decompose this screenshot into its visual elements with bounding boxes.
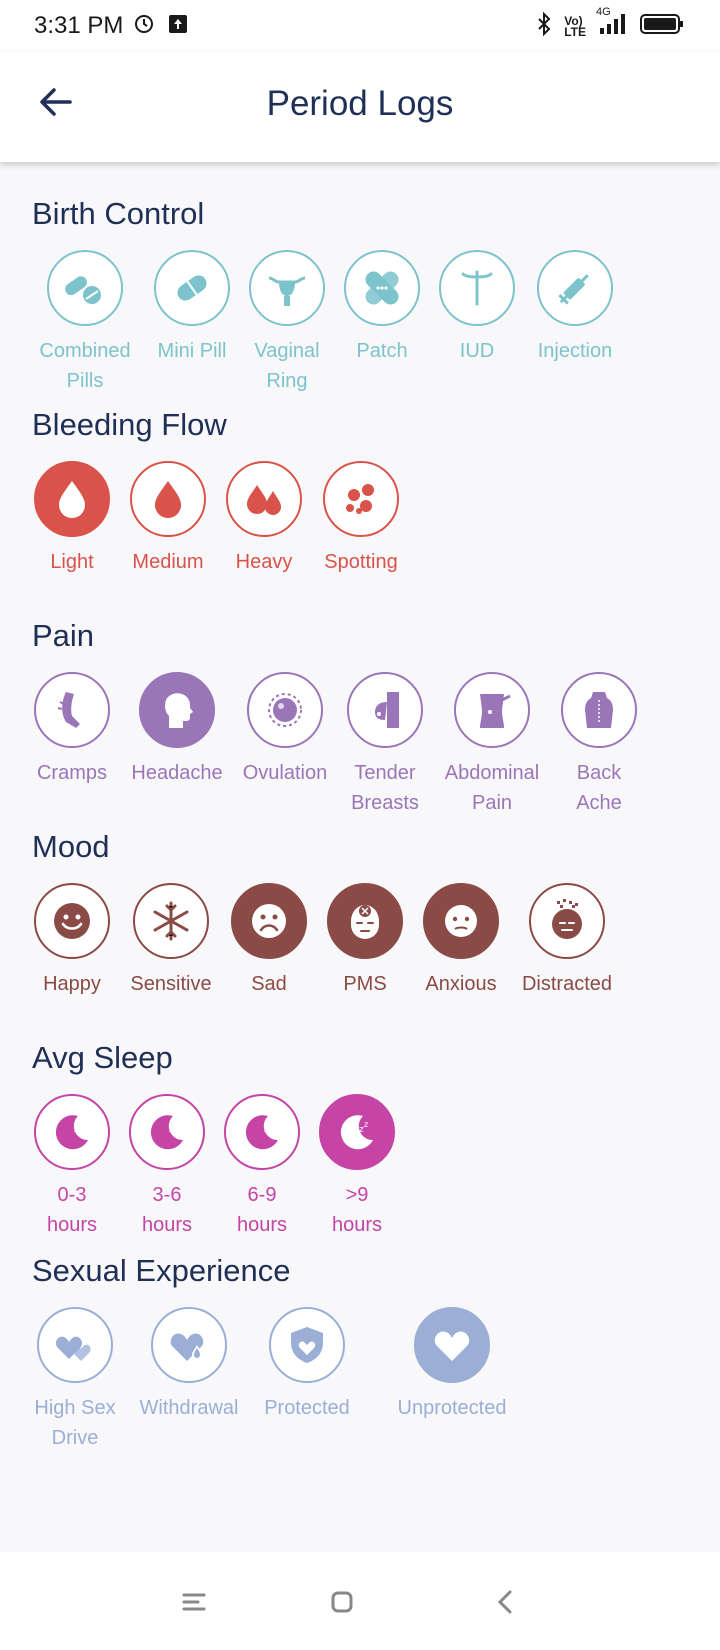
menu-icon [182,1593,206,1611]
signal-icon: 4G [596,6,628,41]
sexual-experience-option[interactable]: Withdrawal [124,1307,254,1423]
hearts-icon [37,1307,113,1383]
status-time: 3:31 PM [34,12,124,39]
breast-icon [347,672,423,748]
clock-icon [134,14,154,39]
moon-sleep-icon: zz [34,1094,110,1170]
drop-icon [34,461,110,537]
avg-sleep-option[interactable]: z z >9 hours [292,1094,422,1240]
mood-option-label: Distracted [521,973,613,995]
birth-control-option[interactable]: Injection [510,250,640,366]
pain-option[interactable]: Back Ache [534,672,664,818]
home-button[interactable] [322,1582,362,1622]
sexual-experience-option[interactable]: Protected [242,1307,372,1423]
battery-icon [640,12,684,41]
bandage-icon [344,250,420,326]
bleeding-flow-option-label: Spotting [324,551,398,573]
section-title-sexual-experience: Sexual Experience [32,1253,291,1288]
snowflake-icon [133,883,209,959]
birth-control-option-label: Injection [537,340,613,362]
sexual-experience-option[interactable]: High Sex Drive [10,1307,140,1453]
svg-text:z: z [174,1120,178,1129]
cramps-icon [34,672,110,748]
sexual-experience-option-label: High Sex Drive [34,1397,116,1449]
mood-option[interactable]: Distracted [502,883,632,999]
sexual-experience-option[interactable]: Unprotected [387,1307,517,1423]
heart-icon [414,1307,490,1383]
shield-heart-icon [269,1307,345,1383]
status-bar: 3:31 PM Vo) LTE 4G [0,0,720,52]
sexual-experience-option-label: Unprotected [397,1397,507,1419]
period-logs-content: Birth Control Combined Pills Mini Pill Vag… [0,162,720,1552]
app-bar: Period Logs [0,52,720,162]
moon-sleep-icon: zz [224,1094,300,1170]
abdomen-icon [454,672,530,748]
distracted-face-icon [529,883,605,959]
section-title-avg-sleep: Avg Sleep [32,1040,173,1075]
anxious-face-icon [423,883,499,959]
sexual-experience-option-label: Withdrawal [139,1397,239,1419]
sexual-experience-option-label: Protected [264,1397,350,1419]
ovum-icon [247,672,323,748]
pain-option-label: Back Ache [576,762,622,814]
section-title-birth-control: Birth Control [32,196,205,231]
system-nav-bar [0,1552,720,1650]
page-title: Period Logs [266,84,454,123]
uterus-icon [249,250,325,326]
network-type: Vo) LTE [564,13,586,39]
syringe-icon [537,250,613,326]
section-title-mood: Mood [32,829,110,864]
section-title-pain: Pain [32,618,95,653]
svg-text:z: z [79,1120,83,1129]
headache-icon [139,672,215,748]
back-icon [497,1590,512,1614]
avg-sleep-option-label: >9 hours [331,1184,383,1236]
section-title-bleeding-flow: Bleeding Flow [32,407,227,442]
svg-text:z: z [269,1120,273,1129]
bleeding-flow-option[interactable]: Spotting [296,461,426,577]
menu-button[interactable] [174,1582,214,1622]
nav-back-button[interactable] [486,1582,526,1622]
capsule-icon [154,250,230,326]
moon-sleep-icon: zz [129,1094,205,1170]
drops-icon [226,461,302,537]
heart-drop-icon [151,1307,227,1383]
bluetooth-icon [536,11,552,41]
back-icon [561,672,637,748]
drop-icon [130,461,206,537]
svg-text:z: z [364,1120,368,1129]
happy-face-icon [34,883,110,959]
spots-icon [323,461,399,537]
sad-face-icon [231,883,307,959]
upload-icon [168,14,188,39]
moon-sleep-icon: zz [319,1094,395,1170]
pms-face-icon [327,883,403,959]
pills-icon [47,250,123,326]
iud-icon [439,250,515,326]
home-icon [331,1591,353,1613]
